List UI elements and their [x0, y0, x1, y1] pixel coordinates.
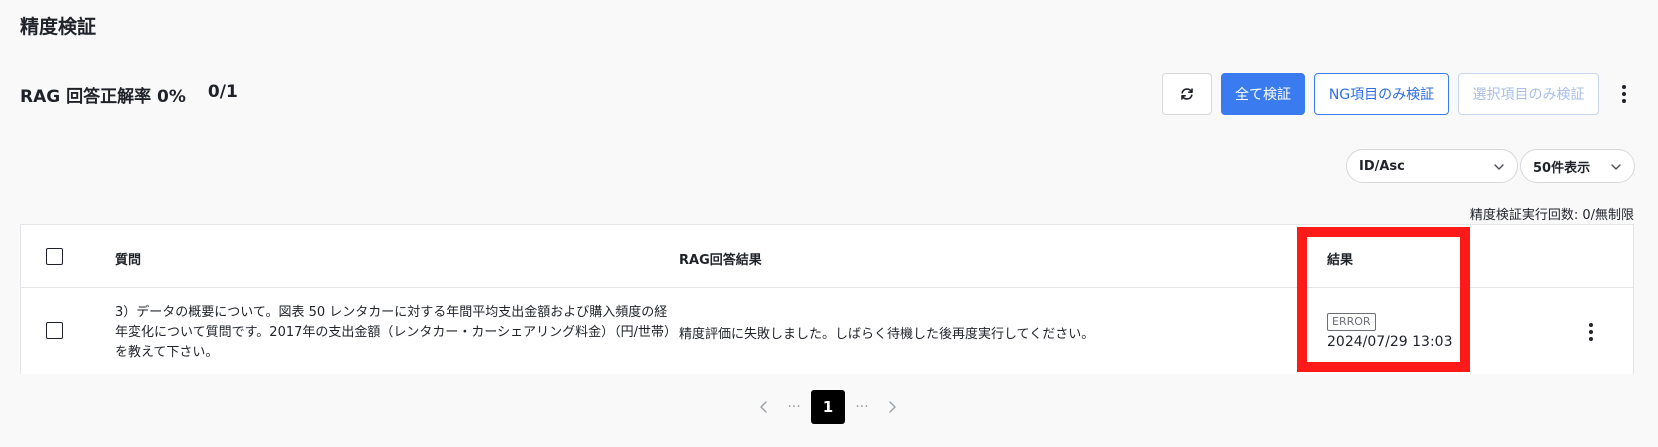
- toolbar: 全て検証 NG項目のみ検証 選択項目のみ検証: [0, 73, 1658, 115]
- prev-page-button[interactable]: [754, 390, 774, 424]
- kebab-icon: [1622, 85, 1626, 103]
- row-rag-result: 精度評価に失敗しました。しばらく待機した後再度実行してください。: [679, 327, 1095, 342]
- kebab-icon: [1581, 323, 1601, 341]
- more-options-button[interactable]: [1614, 73, 1634, 115]
- refresh-icon: [1181, 88, 1193, 100]
- chevron-down-icon: [1611, 164, 1621, 170]
- page-button-current[interactable]: 1: [811, 390, 845, 424]
- row-checkbox[interactable]: [46, 322, 63, 339]
- chevron-down-icon: [1494, 164, 1504, 170]
- sort-select-value: ID/Asc: [1359, 158, 1405, 174]
- page-title: 精度検証: [20, 16, 97, 38]
- refresh-button[interactable]: [1162, 73, 1212, 115]
- select-all-checkbox[interactable]: [46, 248, 63, 265]
- row-more-button[interactable]: [1581, 323, 1601, 341]
- verify-selected-button[interactable]: 選択項目のみ検証: [1458, 73, 1599, 115]
- page-size-select-value: 50件表示: [1533, 160, 1591, 176]
- sort-select[interactable]: ID/Asc: [1346, 149, 1518, 183]
- verify-ng-button[interactable]: NG項目のみ検証: [1314, 73, 1449, 115]
- chevron-left-icon: [760, 401, 767, 413]
- header-question: 質問: [115, 253, 142, 268]
- chevron-right-icon: [889, 401, 896, 413]
- verify-all-button[interactable]: 全て検証: [1221, 73, 1305, 115]
- row-question: 3）データの概要について。図表 50 レンタカーに対する年間平均支出金額および購…: [115, 305, 671, 360]
- highlight-box: [1297, 227, 1470, 372]
- header-rag-result: RAG回答結果: [679, 253, 762, 268]
- exec-count: 精度検証実行回数: 0/無制限: [1469, 208, 1634, 223]
- pagination: ··· 1 ···: [0, 390, 1658, 424]
- next-page-button[interactable]: [882, 390, 902, 424]
- pagination-ellipsis[interactable]: ···: [850, 390, 874, 424]
- pagination-ellipsis[interactable]: ···: [782, 390, 806, 424]
- page-size-select[interactable]: 50件表示: [1520, 149, 1635, 183]
